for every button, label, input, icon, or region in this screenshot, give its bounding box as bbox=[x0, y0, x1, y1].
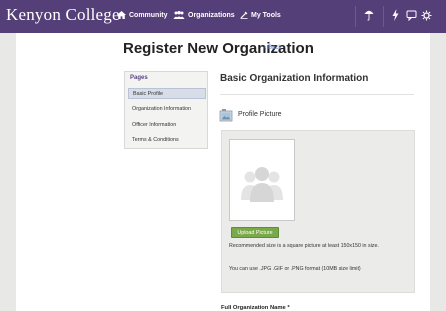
sidebar-item-officer-information[interactable]: Officer Information bbox=[128, 120, 206, 131]
header-divider bbox=[383, 6, 384, 27]
header-divider bbox=[355, 6, 356, 27]
nav-community-label: Community bbox=[129, 11, 168, 19]
nav-my-tools[interactable]: My Tools bbox=[240, 11, 281, 19]
full-organization-name-label: Full Organization Name * bbox=[221, 305, 290, 311]
profile-picture-label: Profile Picture bbox=[238, 111, 282, 118]
sidebar-item-basic-profile[interactable]: Basic Profile bbox=[128, 88, 206, 99]
top-navigation-bar: Kenyon College Community Organizations M… bbox=[0, 0, 446, 33]
tools-icon bbox=[240, 11, 248, 19]
picture-format-help: You can use .JPG .GIF or .PNG format (10… bbox=[229, 266, 361, 272]
right-margin bbox=[430, 33, 446, 311]
sidebar-item-terms-conditions[interactable]: Terms & Conditions bbox=[128, 135, 206, 146]
profile-photo-placeholder bbox=[229, 139, 295, 221]
lightning-icon[interactable] bbox=[392, 8, 399, 26]
sidebar-item-organization-information[interactable]: Organization Information bbox=[128, 104, 206, 115]
back-link[interactable]: « Back bbox=[263, 45, 281, 51]
people-silhouette-icon bbox=[230, 140, 294, 220]
section-title: Basic Organization Information bbox=[220, 73, 369, 84]
upload-picture-button[interactable]: Upload Picture bbox=[231, 227, 279, 238]
nav-community[interactable]: Community bbox=[117, 11, 168, 19]
section-divider bbox=[220, 94, 414, 95]
gear-icon[interactable] bbox=[421, 8, 432, 26]
pages-sidebar-title: Pages bbox=[130, 75, 148, 81]
nav-organizations[interactable]: Organizations bbox=[173, 11, 235, 19]
brand-logo[interactable]: Kenyon College bbox=[6, 5, 120, 25]
left-margin bbox=[0, 33, 16, 311]
people-icon bbox=[173, 11, 185, 19]
picture-size-help: Recommended size is a square picture at … bbox=[229, 243, 379, 249]
page-title: Register New Organization bbox=[123, 40, 314, 57]
pages-sidebar: Pages Basic Profile Organization Informa… bbox=[124, 71, 208, 149]
nav-organizations-label: Organizations bbox=[188, 11, 235, 19]
chat-icon[interactable] bbox=[406, 8, 417, 26]
nav-my-tools-label: My Tools bbox=[251, 11, 281, 19]
home-icon bbox=[117, 11, 126, 19]
umbrella-icon[interactable] bbox=[364, 8, 374, 26]
picture-icon bbox=[219, 108, 234, 128]
